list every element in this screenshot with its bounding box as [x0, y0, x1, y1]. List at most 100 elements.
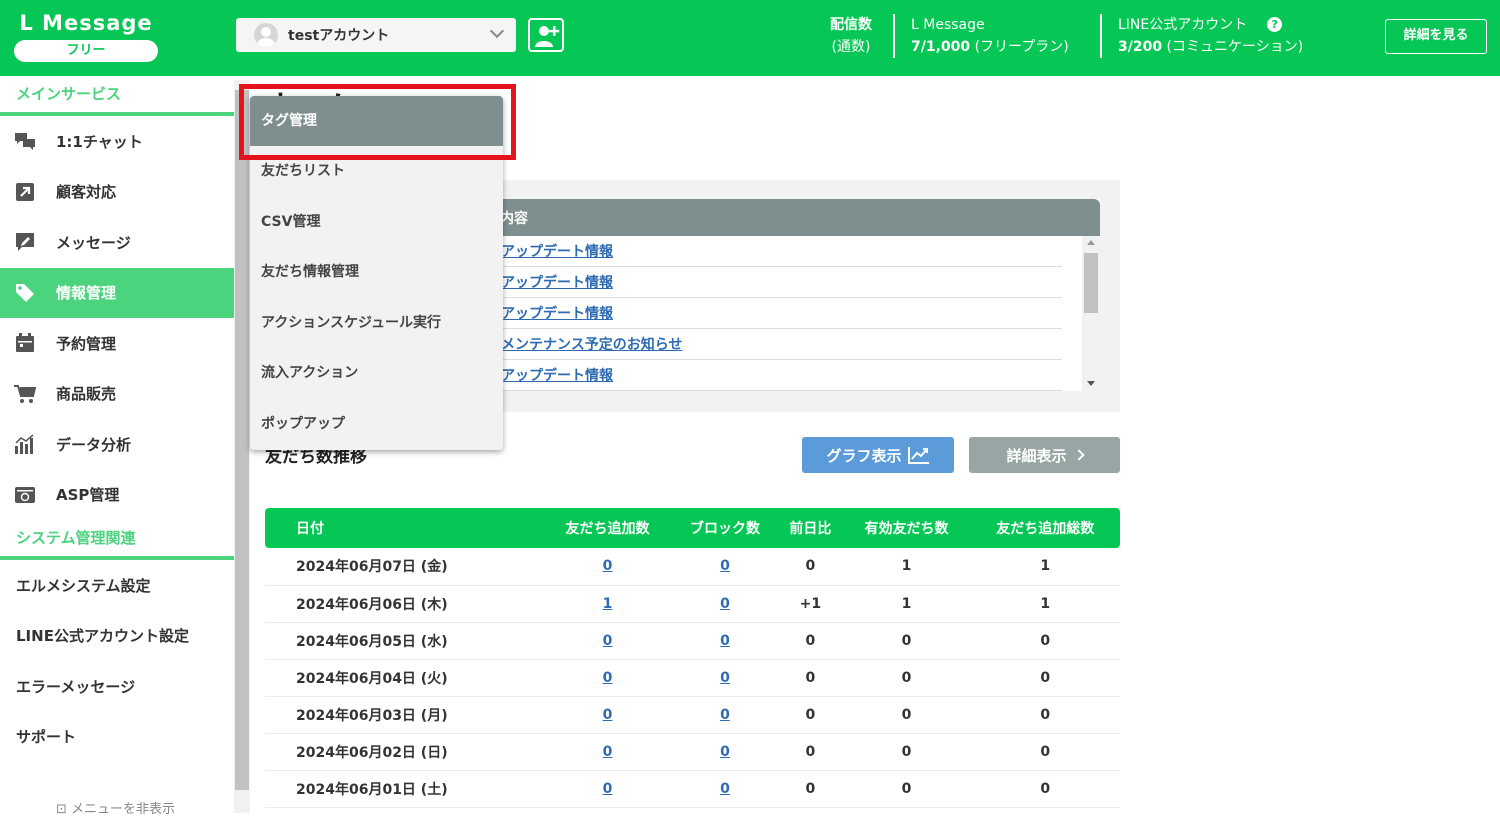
main-services-heading: メインサービス	[0, 76, 234, 116]
sidebar-item-support[interactable]: サポート	[0, 712, 234, 763]
sidebar-item-message[interactable]: メッセージ	[0, 217, 234, 268]
blocked-cell: 0	[671, 733, 779, 771]
diff-cell: 0	[778, 770, 843, 808]
active-cell: 0	[842, 622, 971, 660]
chevron-down-icon	[489, 23, 505, 39]
calendar-icon	[14, 333, 36, 353]
diff-cell: 0	[778, 659, 843, 697]
blocked-cell: 0	[671, 696, 779, 734]
column-header: 有効友だち数	[842, 508, 971, 548]
diff-cell: 0	[778, 548, 843, 586]
divider	[893, 14, 895, 58]
added-count-link[interactable]: 0	[603, 670, 613, 686]
date-cell: 2024年06月04日 (火)	[265, 659, 544, 697]
blocked-count-link[interactable]: 0	[720, 781, 730, 797]
line-usage: LINE公式アカウント? 3/200 (コミュニケーション)	[1118, 17, 1304, 55]
news-link[interactable]: メンテナンス予定のお知らせ	[501, 337, 682, 353]
news-link[interactable]: アップデート情報	[501, 275, 613, 291]
date-cell: 2024年06月01日 (土)	[265, 770, 544, 808]
total-cell: 0	[970, 696, 1120, 734]
blocked-cell: 0	[671, 770, 779, 808]
sidebar-item-chat[interactable]: 1:1チャット	[0, 116, 234, 167]
account-selector[interactable]: testアカウント	[236, 18, 516, 52]
submenu-item-popup[interactable]: ポップアップ	[250, 399, 503, 450]
column-header: 日付	[265, 508, 544, 548]
arrow-box-icon	[14, 182, 36, 202]
blocked-count-link[interactable]: 0	[720, 744, 730, 760]
hide-menu-toggle[interactable]: ⊡ メニューを非表示	[56, 798, 175, 817]
submenu-item-friend-info-management[interactable]: 友だち情報管理	[250, 247, 503, 298]
added-cell: 0	[543, 733, 672, 771]
table-row: 2024年06月05日 (水) 0 0 0 0 0	[265, 622, 1120, 660]
added-count-link[interactable]: 0	[603, 781, 613, 797]
blocked-count-link[interactable]: 0	[720, 596, 730, 612]
sidebar-item-line-account-settings[interactable]: LINE公式アカウント設定	[0, 611, 234, 662]
news-link[interactable]: アップデート情報	[501, 368, 613, 384]
table-header-row: 日付 友だち追加数 ブロック数 前日比 有効友だち数 友だち追加総数	[265, 508, 1120, 548]
avatar-icon	[254, 23, 278, 47]
blocked-count-link[interactable]: 0	[720, 558, 730, 574]
sidebar-item-analytics[interactable]: データ分析	[0, 419, 234, 470]
submenu-item-inflow-action[interactable]: 流入アクション	[250, 348, 503, 399]
sidebar: メインサービス 1:1チャット 顧客対応 メッセージ 情報管理 予約管理 商品販	[0, 76, 234, 817]
cart-icon	[14, 384, 36, 404]
column-header: 友だち追加総数	[970, 508, 1120, 548]
submenu-item-action-schedule[interactable]: アクションスケジュール実行	[250, 298, 503, 349]
blocked-count-link[interactable]: 0	[720, 707, 730, 723]
detail-view-button[interactable]: 詳細表示	[969, 437, 1120, 473]
diff-cell: 0	[778, 733, 843, 771]
scroll-up-icon[interactable]	[1087, 240, 1095, 245]
blocked-cell: 0	[671, 585, 779, 623]
brand-logo: L Message	[19, 11, 153, 35]
news-link[interactable]: アップデート情報	[501, 306, 613, 322]
submenu-item-csv-management[interactable]: CSV管理	[250, 197, 503, 248]
added-cell: 0	[543, 770, 672, 808]
added-count-link[interactable]: 0	[603, 558, 613, 574]
table-row: 2024年06月02日 (日) 0 0 0 0 0	[265, 733, 1120, 771]
friends-stats-table: 日付 友だち追加数 ブロック数 前日比 有効友だち数 友だち追加総数 2024年…	[265, 508, 1120, 808]
help-icon[interactable]: ?	[1267, 17, 1283, 32]
sidebar-item-asp[interactable]: ASP管理	[0, 470, 234, 521]
sidebar-item-sales[interactable]: 商品販売	[0, 369, 234, 420]
column-header: 前日比	[778, 508, 843, 548]
date-cell: 2024年06月02日 (日)	[265, 733, 544, 771]
sidebar-item-error-messages[interactable]: エラーメッセージ	[0, 661, 234, 712]
brand: L Message フリー	[14, 10, 158, 62]
added-count-link[interactable]: 0	[603, 633, 613, 649]
chat-icon	[14, 131, 36, 151]
graph-view-button[interactable]: グラフ表示	[802, 437, 954, 473]
add-user-button[interactable]	[528, 18, 564, 52]
sidebar-item-lme-system-settings[interactable]: エルメシステム設定	[0, 560, 234, 611]
news-scrollbar[interactable]	[1082, 236, 1100, 391]
added-count-link[interactable]: 1	[603, 596, 613, 612]
added-count-link[interactable]: 0	[603, 707, 613, 723]
tag-icon	[14, 283, 36, 303]
added-count-link[interactable]: 0	[603, 744, 613, 760]
column-header: ブロック数	[671, 508, 779, 548]
sidebar-item-customer[interactable]: 顧客対応	[0, 167, 234, 218]
collapse-icon: ⊡	[56, 802, 67, 817]
sidebar-scroll-thumb[interactable]	[235, 90, 249, 790]
date-cell: 2024年06月07日 (金)	[265, 548, 544, 586]
message-icon	[14, 232, 36, 252]
table-row: 2024年06月07日 (金) 0 0 0 1 1	[265, 548, 1120, 586]
blocked-count-link[interactable]: 0	[720, 670, 730, 686]
sidebar-item-reservation[interactable]: 予約管理	[0, 318, 234, 369]
active-cell: 1	[842, 585, 971, 623]
blocked-count-link[interactable]: 0	[720, 633, 730, 649]
diff-cell: 0	[778, 696, 843, 734]
date-cell: 2024年06月05日 (水)	[265, 622, 544, 660]
view-details-button[interactable]: 詳細を見る	[1385, 19, 1487, 54]
lmessage-usage: L Message 7/1,000 (フリープラン)	[911, 17, 1069, 55]
sidebar-item-info-management[interactable]: 情報管理	[0, 267, 234, 318]
system-section-heading: システム管理関連	[0, 520, 234, 560]
scroll-down-icon[interactable]	[1087, 381, 1095, 386]
added-cell: 0	[543, 696, 672, 734]
date-cell: 2024年06月06日 (木)	[265, 585, 544, 623]
news-link[interactable]: アップデート情報	[501, 244, 613, 260]
added-cell: 0	[543, 622, 672, 660]
news-scroll-thumb[interactable]	[1084, 253, 1098, 313]
table-row: 2024年06月01日 (土) 0 0 0 0 0	[265, 770, 1120, 808]
total-cell: 0	[970, 770, 1120, 808]
total-cell: 0	[970, 622, 1120, 660]
